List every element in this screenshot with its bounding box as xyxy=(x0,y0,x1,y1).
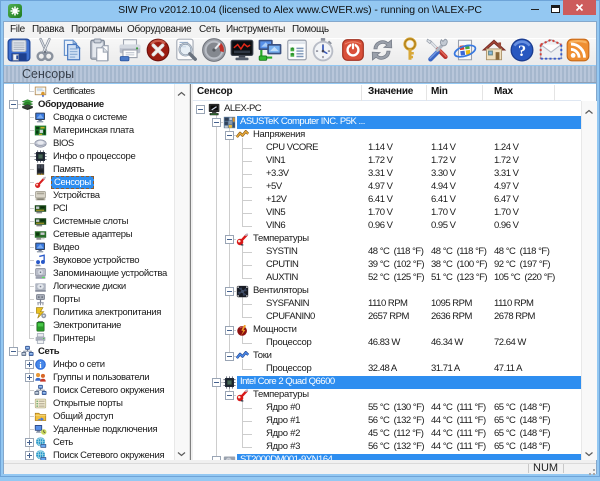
svg-text:?: ? xyxy=(518,42,526,60)
